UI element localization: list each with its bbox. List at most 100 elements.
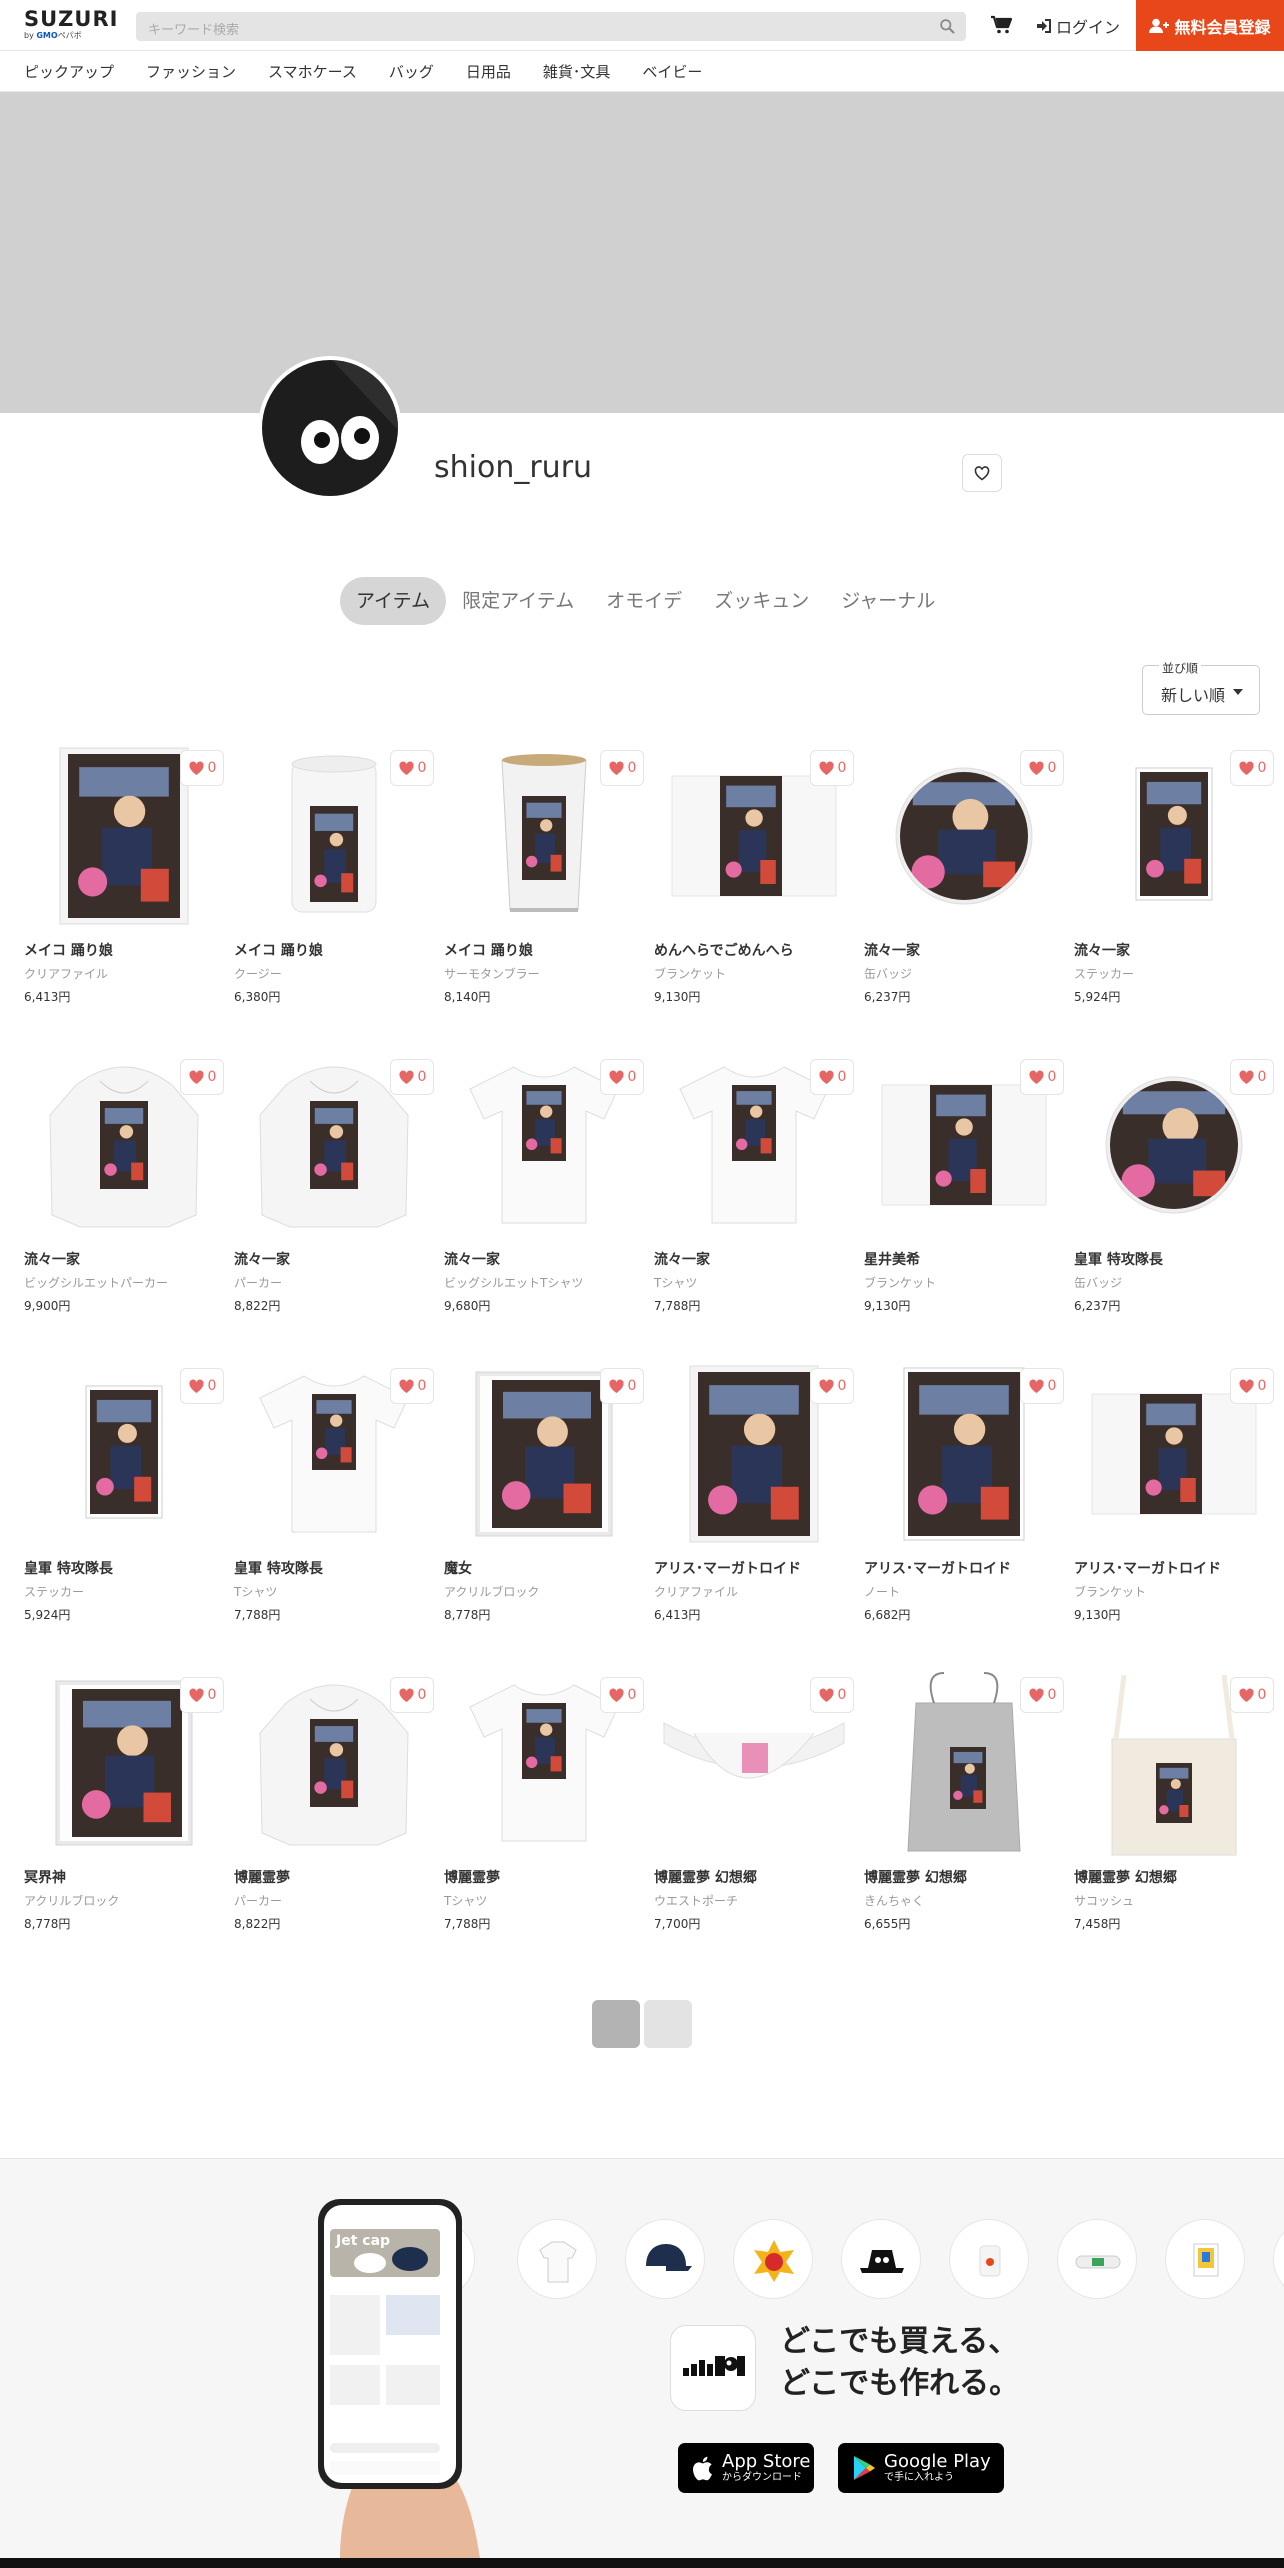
like-button[interactable]: 0 (600, 1677, 644, 1713)
like-button[interactable]: 0 (1020, 1059, 1064, 1095)
like-button[interactable]: 0 (1230, 1059, 1274, 1095)
category-daily-goods[interactable]: 日用品 (466, 61, 511, 82)
like-button[interactable]: 0 (390, 750, 434, 786)
search-input[interactable]: キーワード検索 (136, 12, 966, 41)
like-button[interactable]: 0 (1230, 1368, 1274, 1404)
like-button[interactable]: 0 (1230, 1677, 1274, 1713)
category-stationery[interactable]: 雑貨･文具 (543, 61, 611, 82)
page-2-button[interactable] (644, 2000, 692, 2048)
product-card[interactable]: 0 星井美希 ブランケット 9,130円 (864, 1045, 1064, 1323)
like-button[interactable]: 0 (600, 1368, 644, 1404)
like-button[interactable]: 0 (1020, 750, 1064, 786)
like-button[interactable]: 0 (1020, 1368, 1064, 1404)
sort-select[interactable]: 並び順 新しい順 (1142, 659, 1260, 715)
like-button[interactable]: 0 (390, 1677, 434, 1713)
product-title[interactable]: アリス･マーガトロイド (1074, 1558, 1221, 1578)
tab-journal[interactable]: ジャーナル (825, 577, 951, 625)
category-fashion[interactable]: ファッション (146, 61, 236, 82)
product-card[interactable]: 0 流々一家 ビッグシルエットパーカー 9,900円 (24, 1045, 224, 1323)
product-title[interactable]: 博麗霊夢 (234, 1867, 290, 1887)
product-card[interactable]: 0 アリス･マーガトロイド ブランケット 9,130円 (1074, 1354, 1274, 1632)
product-title[interactable]: 博麗霊夢 (444, 1867, 500, 1887)
product-title[interactable]: アリス･マーガトロイド (864, 1558, 1011, 1578)
product-title[interactable]: 星井美希 (864, 1249, 920, 1269)
product-title[interactable]: アリス･マーガトロイド (654, 1558, 801, 1578)
product-card[interactable]: 0 アリス･マーガトロイド ノート 6,682円 (864, 1354, 1064, 1632)
search-icon[interactable] (939, 18, 956, 35)
category-bag[interactable]: バッグ (389, 61, 434, 82)
product-title[interactable]: メイコ 踊り娘 (24, 940, 113, 960)
product-card[interactable]: 0 博麗霊夢 幻想郷 サコッシュ 7,458円 (1074, 1663, 1274, 1941)
tab-omoide[interactable]: オモイデ (590, 577, 698, 625)
product-card[interactable]: 0 流々一家 ステッカー 5,924円 (1074, 736, 1274, 1014)
product-title[interactable]: メイコ 踊り娘 (444, 940, 533, 960)
product-card[interactable]: 0 メイコ 踊り娘 サーモタンブラー 8,140円 (444, 736, 644, 1014)
product-title[interactable]: 博麗霊夢 幻想郷 (654, 1867, 757, 1887)
product-card[interactable]: 0 メイコ 踊り娘 クージー 6,380円 (234, 736, 434, 1014)
category-baby[interactable]: ベイビー (642, 61, 702, 82)
product-card[interactable]: 0 博麗霊夢 パーカー 8,822円 (234, 1663, 434, 1941)
cart-icon[interactable] (990, 15, 1012, 35)
product-card[interactable]: 0 皇軍 特攻隊長 缶バッジ 6,237円 (1074, 1045, 1274, 1323)
product-card[interactable]: 0 博麗霊夢 幻想郷 きんちゃく 6,655円 (864, 1663, 1064, 1941)
product-title[interactable]: 冥界神 (24, 1867, 66, 1887)
product-card[interactable]: 0 博麗霊夢 幻想郷 ウエストポーチ 7,700円 (654, 1663, 854, 1941)
product-title[interactable]: 流々一家 (234, 1249, 290, 1269)
tab-items[interactable]: アイテム (340, 577, 447, 625)
like-button[interactable]: 0 (180, 1677, 224, 1713)
product-title[interactable]: 博麗霊夢 幻想郷 (1074, 1867, 1177, 1887)
product-title[interactable]: 魔女 (444, 1558, 472, 1578)
category-phone-case[interactable]: スマホケース (268, 61, 357, 82)
tab-zukkyun[interactable]: ズッキュン (698, 577, 825, 625)
like-button[interactable]: 0 (810, 1059, 854, 1095)
promo-tagline: どこでも買える、 どこでも作れる。 (780, 2321, 1019, 2405)
product-title[interactable]: 皇軍 特攻隊長 (234, 1558, 323, 1578)
suzuri-logo[interactable]: SUZURI by GMOペパボ (24, 8, 117, 44)
product-card[interactable]: 0 めんへらでごめんへら ブランケット 9,130円 (654, 736, 854, 1014)
product-title[interactable]: めんへらでごめんへら (654, 940, 794, 960)
product-title[interactable]: 皇軍 特攻隊長 (24, 1558, 113, 1578)
like-button[interactable]: 0 (600, 1059, 644, 1095)
like-button[interactable]: 0 (180, 1059, 224, 1095)
signup-button[interactable]: 無料会員登録 (1136, 0, 1284, 51)
like-button[interactable]: 0 (180, 1368, 224, 1404)
like-button[interactable]: 0 (390, 1368, 434, 1404)
category-pickup[interactable]: ピックアップ (24, 61, 114, 82)
product-card[interactable]: 0 魔女 アクリルブロック 8,778円 (444, 1354, 644, 1632)
product-card[interactable]: 0 皇軍 特攻隊長 Tシャツ 7,788円 (234, 1354, 434, 1632)
product-title[interactable]: メイコ 踊り娘 (234, 940, 323, 960)
product-card[interactable]: 0 流々一家 パーカー 8,822円 (234, 1045, 434, 1323)
like-button[interactable]: 0 (810, 1677, 854, 1713)
google-play-button[interactable]: Google Play で手に入れよう (838, 2443, 1004, 2493)
product-title[interactable]: 流々一家 (444, 1249, 500, 1269)
product-title[interactable]: 流々一家 (1074, 940, 1130, 960)
avatar[interactable] (258, 356, 402, 500)
app-store-button[interactable]: App Store からダウンロード (678, 2443, 814, 2493)
like-button[interactable]: 0 (600, 750, 644, 786)
product-card[interactable]: 0 冥界神 アクリルブロック 8,778円 (24, 1663, 224, 1941)
product-card[interactable]: 0 博麗霊夢 Tシャツ 7,788円 (444, 1663, 644, 1941)
product-title[interactable]: 流々一家 (24, 1249, 80, 1269)
product-title[interactable]: 流々一家 (654, 1249, 710, 1269)
like-button[interactable]: 0 (390, 1059, 434, 1095)
like-button[interactable]: 0 (180, 750, 224, 786)
login-link[interactable]: ログイン (1036, 14, 1120, 38)
like-button[interactable]: 0 (1020, 1677, 1064, 1713)
product-title[interactable]: 博麗霊夢 幻想郷 (864, 1867, 967, 1887)
like-button[interactable]: 0 (810, 1368, 854, 1404)
page-1-button[interactable] (592, 2000, 640, 2048)
tab-limited-items[interactable]: 限定アイテム (446, 577, 590, 625)
product-circle (625, 2219, 705, 2299)
product-card[interactable]: 0 メイコ 踊り娘 クリアファイル 6,413円 (24, 736, 224, 1014)
like-button[interactable]: 0 (810, 750, 854, 786)
product-title[interactable]: 皇軍 特攻隊長 (1074, 1249, 1163, 1269)
product-card[interactable]: 0 流々一家 Tシャツ 7,788円 (654, 1045, 854, 1323)
product-card[interactable]: 0 アリス･マーガトロイド クリアファイル 6,413円 (654, 1354, 854, 1632)
like-button[interactable]: 0 (1230, 750, 1274, 786)
product-title[interactable]: 流々一家 (864, 940, 920, 960)
product-card[interactable]: 0 流々一家 缶バッジ 6,237円 (864, 736, 1064, 1014)
favorite-shop-button[interactable] (962, 454, 1002, 492)
product-card[interactable]: 0 流々一家 ビッグシルエットTシャツ 9,680円 (444, 1045, 644, 1323)
product-card[interactable]: 0 皇軍 特攻隊長 ステッカー 5,924円 (24, 1354, 224, 1632)
product-price: 8,778円 (24, 1917, 71, 1931)
